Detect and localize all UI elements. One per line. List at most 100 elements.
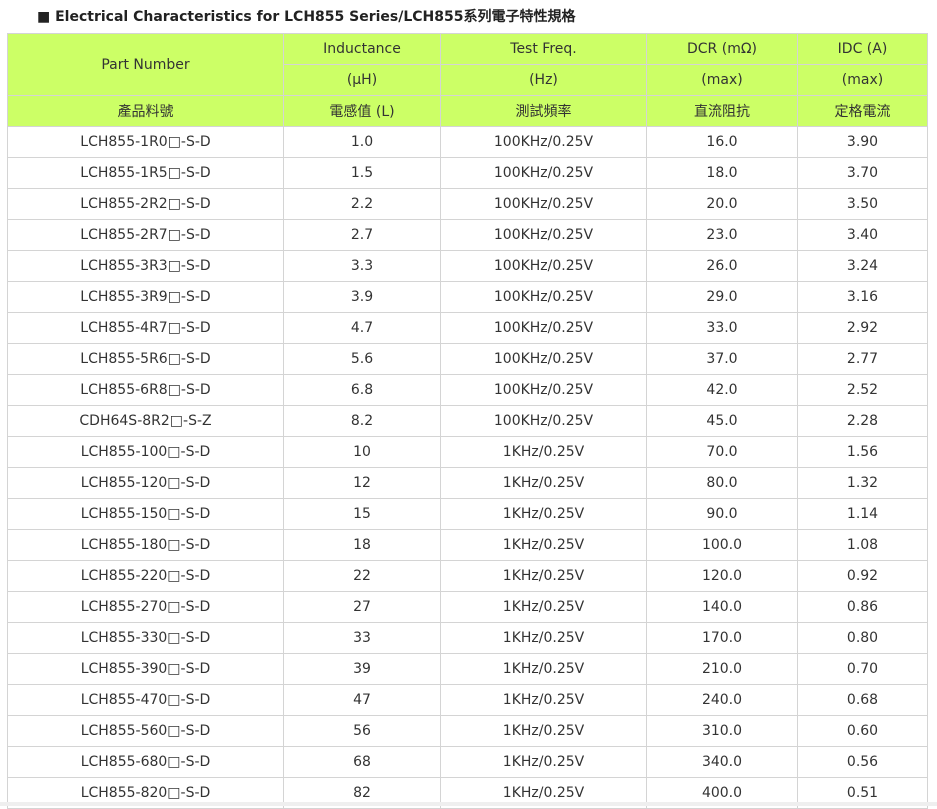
- idc-cell: 0.70: [797, 653, 928, 685]
- test-freq-cell: 100KHz/0.25V: [440, 281, 647, 313]
- idc-cell: 2.52: [797, 374, 928, 406]
- header-test-freq-cn: 測試頻率: [440, 95, 647, 127]
- dcr-cell: 210.0: [646, 653, 798, 685]
- part-number-cell: LCH855-3R3□-S-D: [7, 250, 284, 282]
- idc-cell: 0.86: [797, 591, 928, 623]
- part-number-cell: LCH855-150□-S-D: [7, 498, 284, 530]
- header-dcr: DCR (mΩ): [646, 33, 798, 65]
- dcr-cell: 16.0: [646, 126, 798, 158]
- inductance-cell: 15: [283, 498, 441, 530]
- dcr-cell: 80.0: [646, 467, 798, 499]
- part-number-cell: LCH855-1R5□-S-D: [7, 157, 284, 189]
- test-freq-cell: 100KHz/0.25V: [440, 188, 647, 220]
- header-idc-cn: 定格電流: [797, 95, 928, 127]
- idc-cell: 3.24: [797, 250, 928, 282]
- table-row: LCH855-2R2□-S-D 2.2 100KHz/0.25V 20.0 3.50: [7, 188, 928, 220]
- dcr-cell: 20.0: [646, 188, 798, 220]
- dcr-cell: 340.0: [646, 746, 798, 778]
- dcr-cell: 120.0: [646, 560, 798, 592]
- inductance-cell: 56: [283, 715, 441, 747]
- inductance-cell: 4.7: [283, 312, 441, 344]
- part-number-cell: LCH855-1R0□-S-D: [7, 126, 284, 158]
- header-inductance-unit: (μH): [283, 64, 441, 96]
- table-row: LCH855-180□-S-D 18 1KHz/0.25V 100.0 1.08: [7, 529, 928, 561]
- test-freq-cell: 100KHz/0.25V: [440, 312, 647, 344]
- electrical-characteristics-table: Part Number Inductance Test Freq. DCR (m…: [7, 33, 928, 809]
- part-number-cell: LCH855-680□-S-D: [7, 746, 284, 778]
- table-row: LCH855-6R8□-S-D 6.8 100KHz/0.25V 42.0 2.52: [7, 374, 928, 406]
- header-dcr-cn: 直流阻抗: [646, 95, 798, 127]
- dcr-cell: 37.0: [646, 343, 798, 375]
- idc-cell: 0.92: [797, 560, 928, 592]
- table-header: Part Number Inductance Test Freq. DCR (m…: [7, 33, 928, 127]
- table-row: LCH855-270□-S-D 27 1KHz/0.25V 140.0 0.86: [7, 591, 928, 623]
- table-row: LCH855-150□-S-D 15 1KHz/0.25V 90.0 1.14: [7, 498, 928, 530]
- page-title: ■ Electrical Characteristics for LCH855 …: [37, 9, 576, 25]
- idc-cell: 3.90: [797, 126, 928, 158]
- dcr-cell: 33.0: [646, 312, 798, 344]
- table-row: LCH855-100□-S-D 10 1KHz/0.25V 70.0 1.56: [7, 436, 928, 468]
- part-number-cell: CDH64S-8R2□-S-Z: [7, 405, 284, 437]
- idc-cell: 0.80: [797, 622, 928, 654]
- idc-cell: 3.40: [797, 219, 928, 251]
- dcr-cell: 140.0: [646, 591, 798, 623]
- dcr-cell: 100.0: [646, 529, 798, 561]
- idc-cell: 0.60: [797, 715, 928, 747]
- test-freq-cell: 100KHz/0.25V: [440, 250, 647, 282]
- test-freq-cell: 1KHz/0.25V: [440, 622, 647, 654]
- test-freq-cell: 1KHz/0.25V: [440, 653, 647, 685]
- part-number-cell: LCH855-330□-S-D: [7, 622, 284, 654]
- table-row: CDH64S-8R2□-S-Z 8.2 100KHz/0.25V 45.0 2.28: [7, 405, 928, 437]
- test-freq-cell: 100KHz/0.25V: [440, 343, 647, 375]
- inductance-cell: 3.9: [283, 281, 441, 313]
- idc-cell: 1.32: [797, 467, 928, 499]
- part-number-cell: LCH855-2R2□-S-D: [7, 188, 284, 220]
- part-number-cell: LCH855-220□-S-D: [7, 560, 284, 592]
- part-number-cell: LCH855-3R9□-S-D: [7, 281, 284, 313]
- test-freq-cell: 1KHz/0.25V: [440, 746, 647, 778]
- header-idc-unit: (max): [797, 64, 928, 96]
- header-test-freq-unit: (Hz): [440, 64, 647, 96]
- dcr-cell: 70.0: [646, 436, 798, 468]
- inductance-cell: 5.6: [283, 343, 441, 375]
- idc-cell: 1.14: [797, 498, 928, 530]
- part-number-cell: LCH855-270□-S-D: [7, 591, 284, 623]
- inductance-cell: 3.3: [283, 250, 441, 282]
- part-number-cell: LCH855-390□-S-D: [7, 653, 284, 685]
- table-row: LCH855-120□-S-D 12 1KHz/0.25V 80.0 1.32: [7, 467, 928, 499]
- table-row: LCH855-560□-S-D 56 1KHz/0.25V 310.0 0.60: [7, 715, 928, 747]
- part-number-cell: LCH855-470□-S-D: [7, 684, 284, 716]
- inductance-cell: 68: [283, 746, 441, 778]
- idc-cell: 2.92: [797, 312, 928, 344]
- dcr-cell: 26.0: [646, 250, 798, 282]
- table-row: LCH855-2R7□-S-D 2.7 100KHz/0.25V 23.0 3.40: [7, 219, 928, 251]
- inductance-cell: 2.7: [283, 219, 441, 251]
- part-number-cell: LCH855-180□-S-D: [7, 529, 284, 561]
- dcr-cell: 240.0: [646, 684, 798, 716]
- table-row: LCH855-1R5□-S-D 1.5 100KHz/0.25V 18.0 3.70: [7, 157, 928, 189]
- table-row: LCH855-680□-S-D 68 1KHz/0.25V 340.0 0.56: [7, 746, 928, 778]
- idc-cell: 3.70: [797, 157, 928, 189]
- table-row: LCH855-330□-S-D 33 1KHz/0.25V 170.0 0.80: [7, 622, 928, 654]
- bottom-divider: [0, 802, 937, 806]
- inductance-cell: 8.2: [283, 405, 441, 437]
- inductance-cell: 1.5: [283, 157, 441, 189]
- test-freq-cell: 1KHz/0.25V: [440, 715, 647, 747]
- dcr-cell: 90.0: [646, 498, 798, 530]
- table-row: LCH855-3R9□-S-D 3.9 100KHz/0.25V 29.0 3.16: [7, 281, 928, 313]
- idc-cell: 2.28: [797, 405, 928, 437]
- part-number-cell: LCH855-2R7□-S-D: [7, 219, 284, 251]
- test-freq-cell: 100KHz/0.25V: [440, 405, 647, 437]
- header-row-1: Part Number Inductance Test Freq. DCR (m…: [7, 33, 928, 96]
- part-number-cell: LCH855-5R6□-S-D: [7, 343, 284, 375]
- inductance-cell: 27: [283, 591, 441, 623]
- dcr-cell: 310.0: [646, 715, 798, 747]
- inductance-cell: 47: [283, 684, 441, 716]
- dcr-cell: 23.0: [646, 219, 798, 251]
- inductance-cell: 6.8: [283, 374, 441, 406]
- idc-cell: 0.68: [797, 684, 928, 716]
- test-freq-cell: 1KHz/0.25V: [440, 467, 647, 499]
- dcr-cell: 170.0: [646, 622, 798, 654]
- test-freq-cell: 100KHz/0.25V: [440, 126, 647, 158]
- header-inductance: Inductance: [283, 33, 441, 65]
